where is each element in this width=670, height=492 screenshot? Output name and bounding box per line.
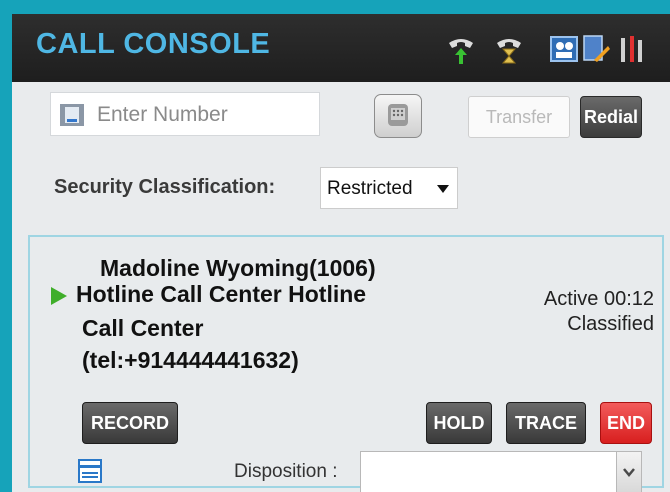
disposition-dropdown-toggle[interactable] [616, 452, 641, 492]
callee-queue: Hotline Call Center Hotline [76, 281, 367, 307]
call-console-panel: CALL CONSOLE Enter Number Transfer Redia… [12, 14, 670, 492]
phone-icon [388, 104, 408, 126]
call-classification: Classified [567, 313, 654, 335]
call-status: Active 00:12 [543, 288, 654, 310]
number-input-box [50, 92, 320, 136]
page-title: CALL CONSOLE [36, 28, 271, 60]
redial-button[interactable]: Redial [580, 96, 642, 138]
agent-status-icon[interactable] [550, 34, 578, 64]
edit-notes-icon[interactable] [582, 34, 610, 64]
security-classification-label: Security Classification: [54, 176, 276, 198]
active-call-card: Madoline Wyoming(1006) Hotline Call Cent… [28, 235, 664, 492]
phonebook-icon[interactable] [59, 102, 85, 128]
chevron-down-icon [623, 468, 635, 477]
record-button[interactable]: RECORD [82, 402, 178, 444]
window-frame: CALL CONSOLE Enter Number Transfer Redia… [0, 0, 670, 492]
header-bar: CALL CONSOLE [12, 14, 670, 82]
chevron-down-icon [437, 185, 449, 193]
phone-up-icon[interactable] [446, 34, 476, 66]
transfer-button[interactable]: Transfer [468, 96, 570, 138]
end-button[interactable]: END [600, 402, 652, 444]
callee-number: (tel:+914444441632) [82, 347, 299, 373]
notes-icon[interactable] [78, 459, 102, 483]
disposition-label: Disposition : [234, 461, 338, 482]
dial-button[interactable] [374, 94, 422, 138]
hold-button[interactable]: HOLD [426, 402, 492, 444]
callee-name: Madoline Wyoming(1006) [100, 255, 376, 281]
phone-wait-icon[interactable] [494, 34, 524, 66]
play-icon [51, 287, 67, 305]
callee-queue-continued: Call Center [82, 315, 204, 341]
security-classification-value: Restricted [327, 178, 413, 199]
disposition-select[interactable] [360, 451, 642, 492]
trace-button[interactable]: TRACE [506, 402, 586, 444]
security-classification-select[interactable]: Restricted [320, 167, 458, 209]
tools-icon[interactable] [618, 34, 644, 64]
number-input[interactable] [95, 100, 319, 130]
